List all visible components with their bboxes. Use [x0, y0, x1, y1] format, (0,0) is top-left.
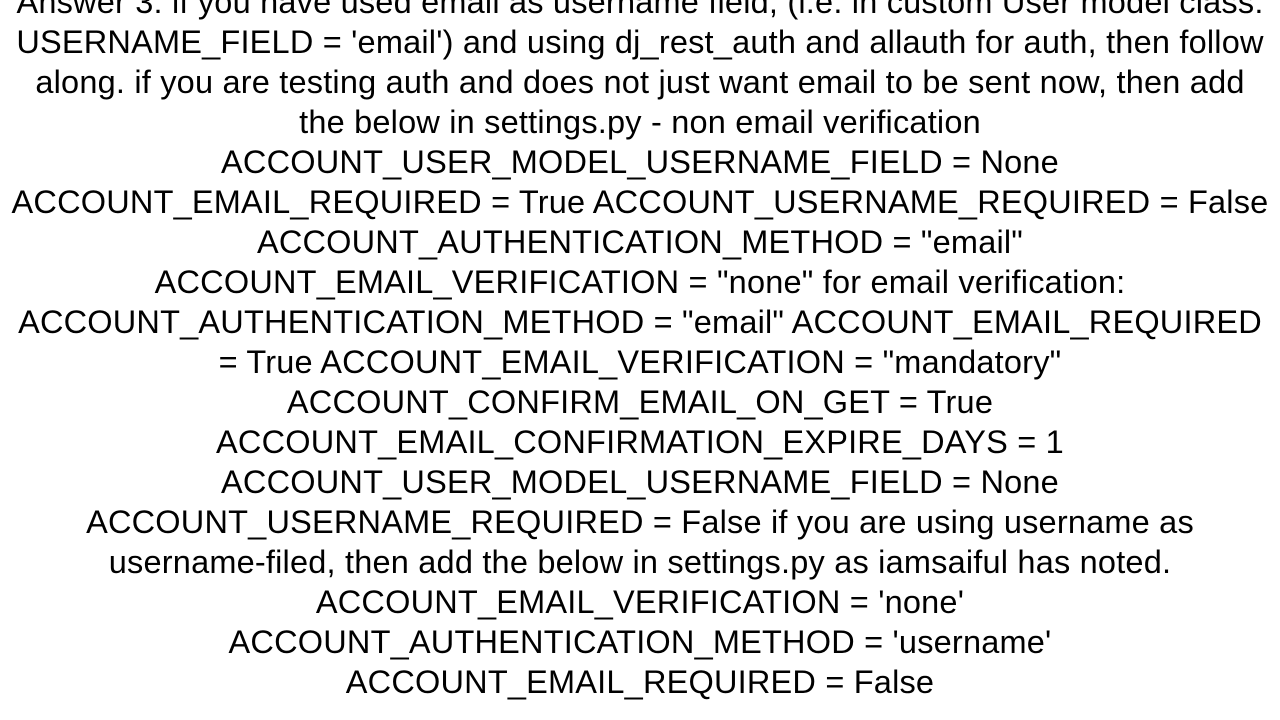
document-viewport: Answer 3: if you have used email as user…: [0, 0, 1280, 720]
answer-body-text: Answer 3: if you have used email as user…: [0, 0, 1280, 702]
